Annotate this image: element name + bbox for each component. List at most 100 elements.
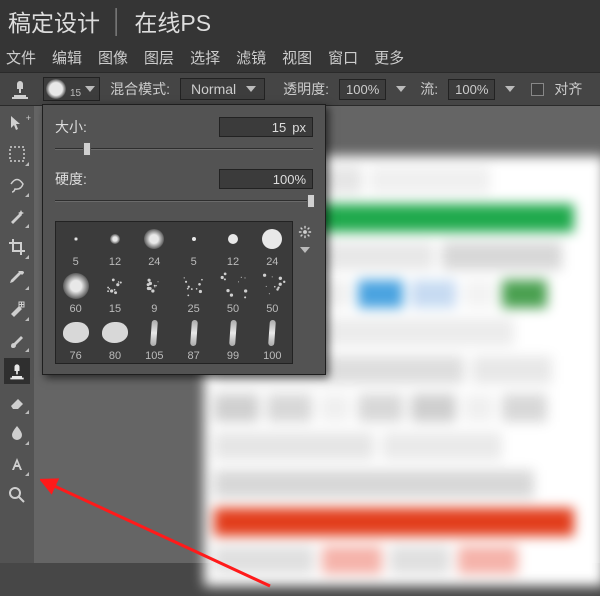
brush-chip-size: 15 xyxy=(70,88,81,99)
flow-label: 流: xyxy=(420,79,438,99)
menu-item[interactable]: 滤镜 xyxy=(236,47,266,68)
menu-bar: 文件编辑图像图层选择滤镜视图窗口更多 xyxy=(0,42,600,72)
eraser-tool[interactable] xyxy=(4,389,30,415)
opacity-field[interactable]: 100% xyxy=(339,79,386,100)
brush-preset[interactable]: 60 xyxy=(56,269,95,316)
brush-preset[interactable]: 99 xyxy=(213,316,252,363)
brush-preset-size: 50 xyxy=(227,303,239,315)
eyedropper-tool[interactable] xyxy=(4,265,30,291)
brand-text: 稿定设计 xyxy=(8,4,100,38)
brush-preset-size: 60 xyxy=(70,303,82,315)
opacity-value: 100% xyxy=(346,82,379,97)
clone-stamp-tool-icon xyxy=(6,77,33,101)
menu-item[interactable]: 图层 xyxy=(144,47,174,68)
brush-preset[interactable]: 12 xyxy=(213,222,252,269)
tool-column: + xyxy=(0,106,34,563)
brush-preset-size: 12 xyxy=(227,256,239,268)
flow-field[interactable]: 100% xyxy=(448,79,495,100)
canvas-area[interactable]: 大小: 15 px 硬度: 100% xyxy=(34,106,600,563)
menu-item[interactable]: 图像 xyxy=(98,47,128,68)
size-label: 大小: xyxy=(55,117,87,137)
brush-preset[interactable]: 24 xyxy=(253,222,292,269)
app-header: 稿定设计 │ 在线PS xyxy=(0,0,600,42)
brush-preset[interactable]: 15 xyxy=(95,269,134,316)
brush-preview-icon xyxy=(100,271,130,301)
healing-brush-tool[interactable] xyxy=(4,296,30,322)
brush-preset-chip[interactable]: 15 xyxy=(43,77,100,101)
lasso-tool[interactable] xyxy=(4,172,30,198)
align-checkbox[interactable] xyxy=(531,83,544,96)
menu-item[interactable]: 文件 xyxy=(6,47,36,68)
brush-preset[interactable]: 12 xyxy=(95,222,134,269)
menu-item[interactable]: 编辑 xyxy=(52,47,82,68)
size-field[interactable]: 15 px xyxy=(219,117,313,137)
workspace: + xyxy=(0,106,600,563)
dropdown-triangle-icon[interactable] xyxy=(300,247,310,253)
brush-preset-size: 5 xyxy=(191,256,197,268)
brush-preset[interactable]: 100 xyxy=(253,316,292,363)
brush-preset-grid: 5 12 24 5 12 24 60 15 9 25 50 50 76 80 105 87 99 100 xyxy=(55,221,293,364)
brush-preview-icon xyxy=(179,271,209,301)
brush-settings-panel: 大小: 15 px 硬度: 100% xyxy=(42,104,326,375)
brush-preset-size: 87 xyxy=(188,350,200,362)
brush-preset-size: 12 xyxy=(109,256,121,268)
brush-preview-icon xyxy=(257,271,287,301)
menu-item[interactable]: 选择 xyxy=(190,47,220,68)
brush-preset-size: 100 xyxy=(263,350,281,362)
brush-preset-size: 99 xyxy=(227,350,239,362)
brush-preset[interactable]: 80 xyxy=(95,316,134,363)
brush-preview-icon xyxy=(179,318,209,348)
type-tool[interactable] xyxy=(4,451,30,477)
move-tool[interactable]: + xyxy=(4,110,30,136)
brush-preset[interactable]: 24 xyxy=(135,222,174,269)
brush-preset-size: 105 xyxy=(145,350,163,362)
brush-preset-size: 25 xyxy=(188,303,200,315)
brush-preset-size: 80 xyxy=(109,350,121,362)
magic-wand-tool[interactable] xyxy=(4,203,30,229)
menu-item[interactable]: 视图 xyxy=(282,47,312,68)
brush-preview-icon xyxy=(139,224,169,254)
hardness-slider[interactable] xyxy=(55,193,313,209)
blur-tool[interactable] xyxy=(4,420,30,446)
brush-preset[interactable]: 25 xyxy=(174,269,213,316)
brush-preset[interactable]: 9 xyxy=(135,269,174,316)
brush-tool[interactable] xyxy=(4,327,30,353)
brush-preset-size: 15 xyxy=(109,303,121,315)
brush-preset-size: 76 xyxy=(70,350,82,362)
brush-preview-icon xyxy=(218,318,248,348)
size-slider[interactable] xyxy=(55,141,313,157)
blend-mode-select[interactable]: Normal xyxy=(180,78,265,100)
brush-preset[interactable]: 5 xyxy=(56,222,95,269)
brush-preset[interactable]: 50 xyxy=(213,269,252,316)
blend-mode-value: Normal xyxy=(191,81,236,97)
brush-preview-icon xyxy=(179,224,209,254)
brush-preview-icon xyxy=(61,318,91,348)
panel-settings-icon[interactable] xyxy=(298,225,312,239)
brush-preset-size: 24 xyxy=(148,256,160,268)
brush-preset[interactable]: 105 xyxy=(135,316,174,363)
menu-item[interactable]: 更多 xyxy=(374,47,404,68)
brush-preview-icon xyxy=(61,271,91,301)
brush-preset[interactable]: 87 xyxy=(174,316,213,363)
product-text: 在线PS xyxy=(134,4,211,38)
brush-preset-size: 24 xyxy=(266,256,278,268)
brush-preview-icon xyxy=(100,224,130,254)
brush-preset[interactable]: 76 xyxy=(56,316,95,363)
menu-item[interactable]: 窗口 xyxy=(328,47,358,68)
brush-preview-icon xyxy=(218,271,248,301)
brush-preview-icon xyxy=(257,318,287,348)
brush-preset[interactable]: 5 xyxy=(174,222,213,269)
brush-preset[interactable]: 50 xyxy=(253,269,292,316)
marquee-tool[interactable] xyxy=(4,141,30,167)
hardness-field[interactable]: 100% xyxy=(219,169,313,189)
crop-tool[interactable] xyxy=(4,234,30,260)
clone-stamp-tool[interactable] xyxy=(4,358,30,384)
zoom-tool[interactable] xyxy=(4,482,30,508)
brush-preview-icon xyxy=(218,224,248,254)
brush-preview-icon xyxy=(100,318,130,348)
brush-preview-icon xyxy=(139,318,169,348)
dropdown-triangle-icon[interactable] xyxy=(396,86,406,92)
brush-preview-icon xyxy=(61,224,91,254)
dropdown-triangle-icon[interactable] xyxy=(505,86,515,92)
brush-preset-size: 50 xyxy=(266,303,278,315)
